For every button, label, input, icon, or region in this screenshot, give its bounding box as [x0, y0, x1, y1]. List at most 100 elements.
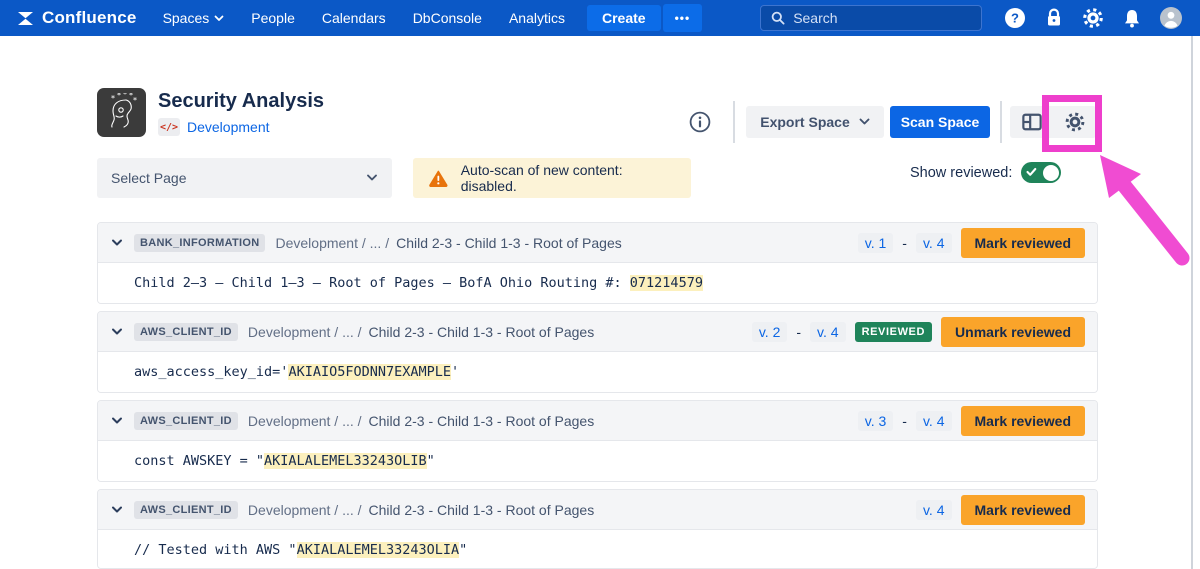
finding-actions: v. 3 - v. 4 Mark reviewed — [858, 406, 1085, 436]
select-page-dropdown[interactable]: Select Page — [97, 158, 392, 198]
version-badge-from[interactable]: v. 2 — [752, 322, 788, 342]
reviewed-status-badge: REVIEWED — [855, 322, 932, 342]
nav-item-dbconsole[interactable]: DbConsole — [413, 10, 482, 26]
finding-code-snippet: aws_access_key_id='AKIAIO5FODNN7EXAMPLE' — [98, 352, 1097, 392]
finding-code-snippet: Child 2–3 – Child 1–3 – Root of Pages – … — [98, 263, 1097, 303]
detected-secret: AKIALALEMEL33243OLIB — [264, 453, 427, 469]
svg-text:*: * — [133, 96, 137, 105]
chevron-down-icon — [366, 174, 378, 182]
version-badge-to[interactable]: v. 4 — [810, 322, 846, 342]
finding-card: AWS_CLIENT_ID Development / ... / Child … — [97, 311, 1098, 393]
finding-type-badge: AWS_CLIENT_ID — [134, 501, 238, 519]
nav-item-spaces[interactable]: Spaces — [163, 10, 225, 26]
svg-text:*: * — [117, 93, 121, 100]
finding-type-badge: AWS_CLIENT_ID — [134, 412, 238, 430]
view-settings-button-group — [1010, 106, 1096, 138]
mark-reviewed-button[interactable]: Mark reviewed — [961, 228, 1086, 258]
finding-header: AWS_CLIENT_ID Development / ... / Child … — [98, 490, 1097, 530]
svg-text:*: * — [111, 94, 115, 103]
finding-actions: v. 1 - v. 4 Mark reviewed — [858, 228, 1085, 258]
show-reviewed-toggle[interactable] — [1021, 162, 1061, 183]
confluence-logo[interactable]: Confluence — [16, 8, 137, 28]
expand-caret-icon[interactable] — [110, 236, 124, 250]
info-icon[interactable] — [688, 110, 712, 134]
brand-name: Confluence — [42, 8, 137, 28]
space-avatar[interactable]: ***** — [97, 88, 146, 137]
nav-item-calendars[interactable]: Calendars — [322, 10, 386, 26]
finding-actions: v. 4 Mark reviewed — [916, 495, 1085, 525]
scan-space-button[interactable]: Scan Space — [890, 106, 990, 138]
space-avatar-art: ***** — [102, 93, 142, 133]
header-divider — [733, 101, 735, 143]
version-separator: - — [902, 413, 907, 429]
mark-reviewed-button[interactable]: Mark reviewed — [961, 495, 1086, 525]
check-icon — [1026, 167, 1037, 177]
autoscan-warning-banner: Auto-scan of new content: disabled. — [413, 158, 691, 198]
page-title: Security Analysis — [158, 90, 324, 113]
warning-icon — [429, 170, 448, 187]
search-icon — [771, 11, 785, 25]
toggle-knob — [1043, 165, 1059, 181]
version-badge-to[interactable]: v. 4 — [916, 233, 952, 253]
confluence-mark-icon — [16, 9, 35, 28]
finding-card: AWS_CLIENT_ID Development / ... / Child … — [97, 400, 1098, 482]
expand-caret-icon[interactable] — [110, 503, 124, 517]
finding-card: AWS_CLIENT_ID Development / ... / Child … — [97, 489, 1098, 569]
viewport-right-edge — [1191, 36, 1193, 569]
top-navigation-bar: Confluence Spaces People Calendars DbCon… — [0, 0, 1200, 36]
code-space-icon: </> — [158, 118, 180, 136]
user-avatar[interactable] — [1158, 5, 1184, 31]
space-breadcrumb: </> Development — [158, 118, 324, 136]
detected-secret: AKIALALEMEL33243OLIA — [297, 542, 460, 558]
page-header-text: Security Analysis </> Development — [158, 88, 324, 137]
export-space-button[interactable]: Export Space — [746, 106, 884, 138]
breadcrumb: Development / ... / Child 2-3 - Child 1-… — [248, 502, 594, 518]
search-placeholder: Search — [793, 10, 837, 26]
show-reviewed-control: Show reviewed: — [910, 162, 1061, 183]
search-input[interactable]: Search — [760, 5, 982, 31]
notifications-bell-icon[interactable] — [1119, 5, 1145, 31]
finding-type-badge: AWS_CLIENT_ID — [134, 323, 238, 341]
finding-code-snippet: // Tested with AWS "AKIALALEMEL33243OLIA… — [98, 530, 1097, 569]
version-badge-to[interactable]: v. 4 — [916, 500, 952, 520]
version-separator: - — [796, 324, 801, 340]
nav-icon-group: ? — [1002, 5, 1184, 31]
breadcrumb: Development / ... / Child 2-3 - Child 1-… — [248, 413, 594, 429]
nav-menu: Spaces People Calendars DbConsole Analyt… — [163, 10, 565, 26]
version-separator: - — [902, 235, 907, 251]
version-badge-to[interactable]: v. 4 — [916, 411, 952, 431]
breadcrumb: Development / ... / Child 2-3 - Child 1-… — [275, 235, 621, 251]
finding-header: AWS_CLIENT_ID Development / ... / Child … — [98, 312, 1097, 352]
annotation-arrow — [1090, 150, 1200, 272]
detected-secret: AKIAIO5FODNN7EXAMPLE — [288, 364, 451, 380]
expand-caret-icon[interactable] — [110, 414, 124, 428]
space-link-development[interactable]: Development — [187, 119, 270, 135]
create-button[interactable]: Create — [587, 5, 661, 31]
more-actions-button[interactable]: ••• — [663, 4, 703, 32]
chevron-down-icon — [859, 118, 870, 126]
space-settings-gear-icon[interactable] — [1057, 106, 1093, 138]
sidebar-layout-icon[interactable] — [1014, 106, 1050, 138]
finding-actions: v. 2 - v. 4 REVIEWED Unmark reviewed — [752, 317, 1085, 347]
finding-type-badge: BANK_INFORMATION — [134, 234, 265, 252]
chevron-down-icon — [214, 15, 224, 22]
finding-header: BANK_INFORMATION Development / ... / Chi… — [98, 223, 1097, 263]
version-badge-from[interactable]: v. 1 — [858, 233, 894, 253]
header-divider — [1000, 101, 1002, 143]
show-reviewed-label: Show reviewed: — [910, 165, 1012, 181]
finding-card: BANK_INFORMATION Development / ... / Chi… — [97, 222, 1098, 304]
help-icon[interactable]: ? — [1002, 5, 1028, 31]
svg-text:*: * — [123, 93, 127, 99]
breadcrumb: Development / ... / Child 2-3 - Child 1-… — [248, 324, 594, 340]
select-page-label: Select Page — [111, 170, 187, 186]
settings-gear-icon[interactable] — [1080, 5, 1106, 31]
unmark-reviewed-button[interactable]: Unmark reviewed — [941, 317, 1085, 347]
page-header: ***** Security Analysis </> Development — [97, 88, 324, 137]
nav-item-people[interactable]: People — [251, 10, 295, 26]
version-badge-from[interactable]: v. 3 — [858, 411, 894, 431]
finding-header: AWS_CLIENT_ID Development / ... / Child … — [98, 401, 1097, 441]
expand-caret-icon[interactable] — [110, 325, 124, 339]
nav-item-analytics[interactable]: Analytics — [509, 10, 565, 26]
mark-reviewed-button[interactable]: Mark reviewed — [961, 406, 1086, 436]
lock-icon[interactable] — [1041, 5, 1067, 31]
